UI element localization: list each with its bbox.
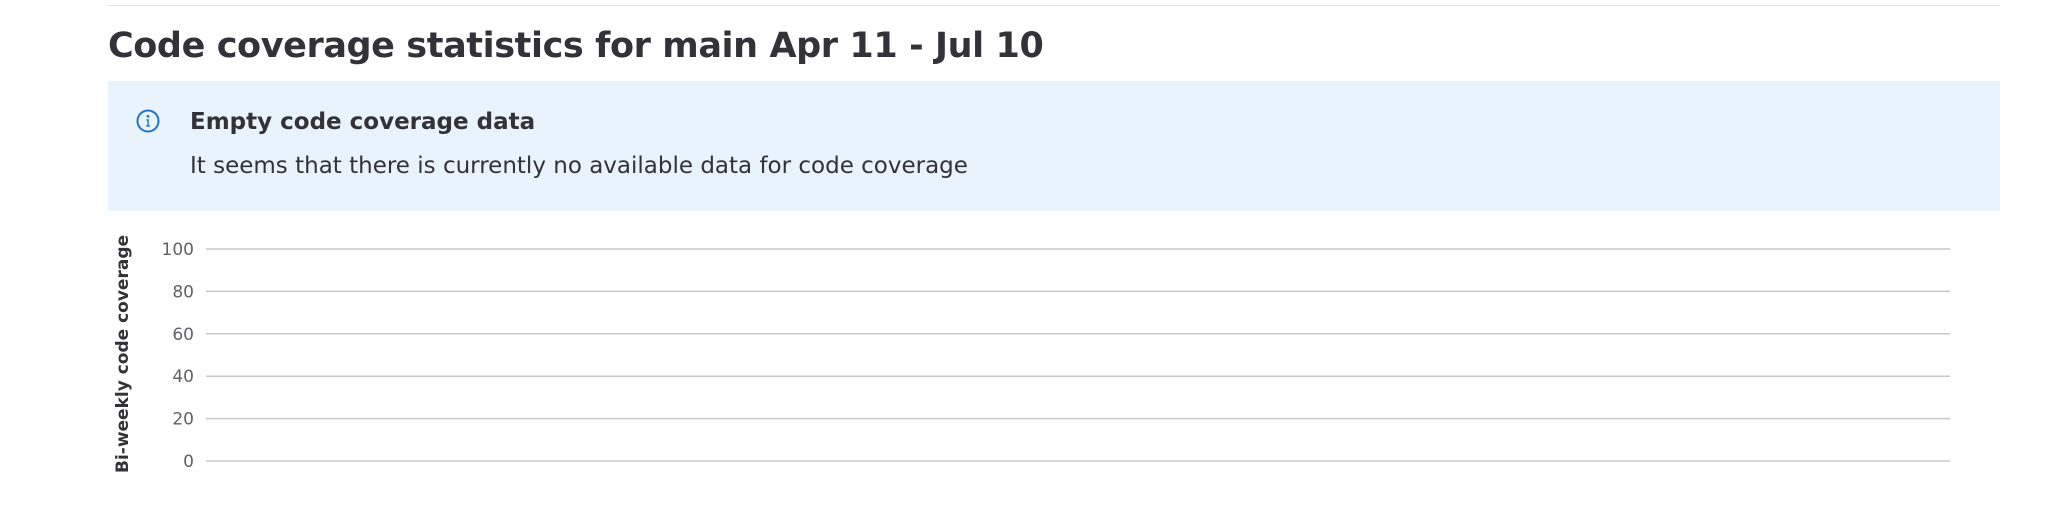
alert-body: It seems that there is currently no avai… (190, 153, 968, 179)
info-icon (136, 109, 160, 133)
y-tick-label: 40 (172, 367, 194, 387)
y-tick-label: 20 (172, 410, 194, 430)
y-tick-label: 100 (162, 240, 194, 260)
coverage-chart: Bi-weekly code coverage 0 20 40 60 80 100 (113, 235, 1950, 473)
empty-data-alert: Empty code coverage data It seems that t… (108, 81, 2000, 211)
y-tick-label: 0 (183, 452, 194, 472)
y-tick-label: 80 (172, 282, 194, 302)
y-axis: 0 20 40 60 80 100 (162, 240, 1950, 472)
top-divider (108, 5, 2000, 6)
code-coverage-page: Code coverage statistics for main Apr 11… (0, 0, 2050, 525)
page-title: Code coverage statistics for main Apr 11… (108, 26, 1044, 66)
y-tick-label: 60 (172, 325, 194, 345)
alert-title: Empty code coverage data (190, 109, 536, 135)
y-axis-label: Bi-weekly code coverage (113, 235, 133, 473)
